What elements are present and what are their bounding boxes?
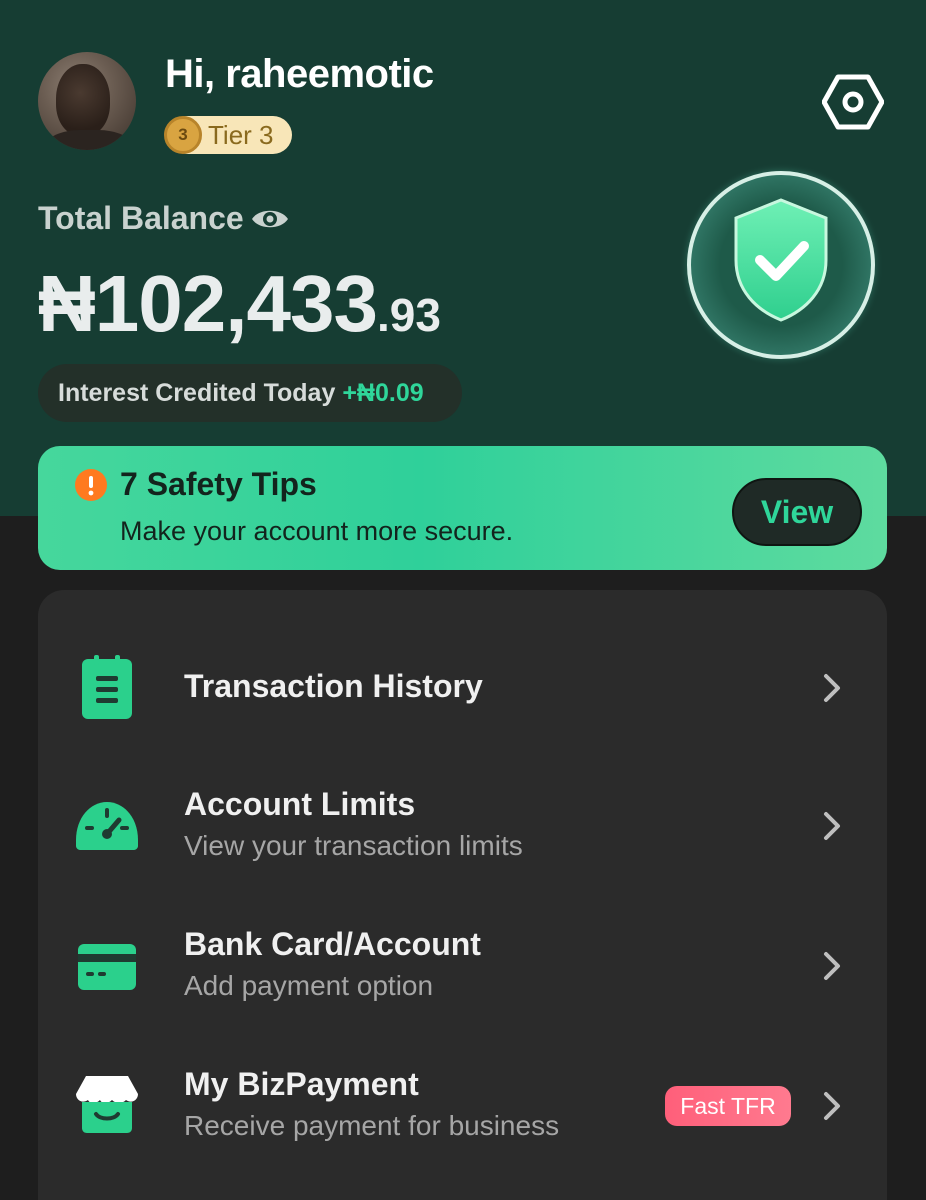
menu-item-account-limits[interactable]: Account Limits View your transaction lim… bbox=[38, 766, 887, 886]
speedometer-icon bbox=[76, 802, 138, 850]
shield-check-icon[interactable] bbox=[676, 160, 886, 370]
greeting-text: Hi, raheemotic bbox=[165, 52, 434, 96]
menu-item-transaction-history[interactable]: Transaction History bbox=[38, 626, 887, 746]
chevron-right-icon bbox=[824, 812, 840, 840]
interest-label: Interest Credited Today bbox=[58, 379, 343, 407]
account-screen: Hi, raheemotic Tier 3 3 Total Balance ₦1… bbox=[0, 0, 926, 1200]
menu-item-subtitle: View your transaction limits bbox=[184, 830, 523, 861]
avatar[interactable] bbox=[38, 52, 136, 150]
chevron-right-icon bbox=[824, 674, 840, 702]
settings-hexagon-icon[interactable] bbox=[822, 74, 884, 130]
interest-credited-pill: Interest Credited Today +₦0.09 bbox=[38, 364, 462, 422]
avatar-face bbox=[56, 64, 110, 136]
chevron-right-icon bbox=[824, 1092, 840, 1120]
menu-item-title: My BizPayment bbox=[184, 1066, 419, 1102]
total-balance-label: Total Balance bbox=[38, 200, 244, 236]
view-button[interactable]: View bbox=[732, 478, 862, 546]
menu-item-title: Transaction History bbox=[184, 668, 483, 704]
shop-icon bbox=[76, 1076, 138, 1133]
balance-main-value: ₦102,433 bbox=[38, 259, 378, 348]
safety-tips-banner[interactable]: 7 Safety Tips Make your account more sec… bbox=[38, 446, 887, 570]
balance-amount: ₦102,433.93 bbox=[38, 258, 441, 350]
menu-item-title: Account Limits bbox=[184, 786, 416, 822]
tier-medal-icon: 3 bbox=[164, 116, 202, 154]
menu-item-title: Bank Card/Account bbox=[184, 926, 481, 962]
fast-tfr-badge: Fast TFR bbox=[665, 1086, 791, 1126]
avatar-body bbox=[46, 130, 132, 150]
menu-item-my-bizpayment[interactable]: My BizPayment Receive payment for busine… bbox=[38, 1046, 887, 1166]
interest-amount: +₦0.09 bbox=[342, 379, 424, 407]
chevron-right-icon bbox=[824, 952, 840, 980]
menu-item-bank-card-account[interactable]: Bank Card/Account Add payment option bbox=[38, 906, 887, 1026]
safety-tips-title: 7 Safety Tips bbox=[120, 466, 317, 502]
menu-item-subtitle: Receive payment for business bbox=[184, 1110, 560, 1141]
clipboard-icon bbox=[82, 655, 132, 719]
warning-icon bbox=[75, 469, 107, 501]
menu-card: Transaction History Account Limits View … bbox=[38, 590, 887, 1200]
safety-tips-subtitle: Make your account more secure. bbox=[120, 516, 514, 546]
eye-icon[interactable] bbox=[250, 202, 290, 236]
card-icon bbox=[78, 944, 136, 990]
menu-item-subtitle: Add payment option bbox=[184, 970, 434, 1001]
balance-decimal-value: .93 bbox=[376, 289, 441, 341]
